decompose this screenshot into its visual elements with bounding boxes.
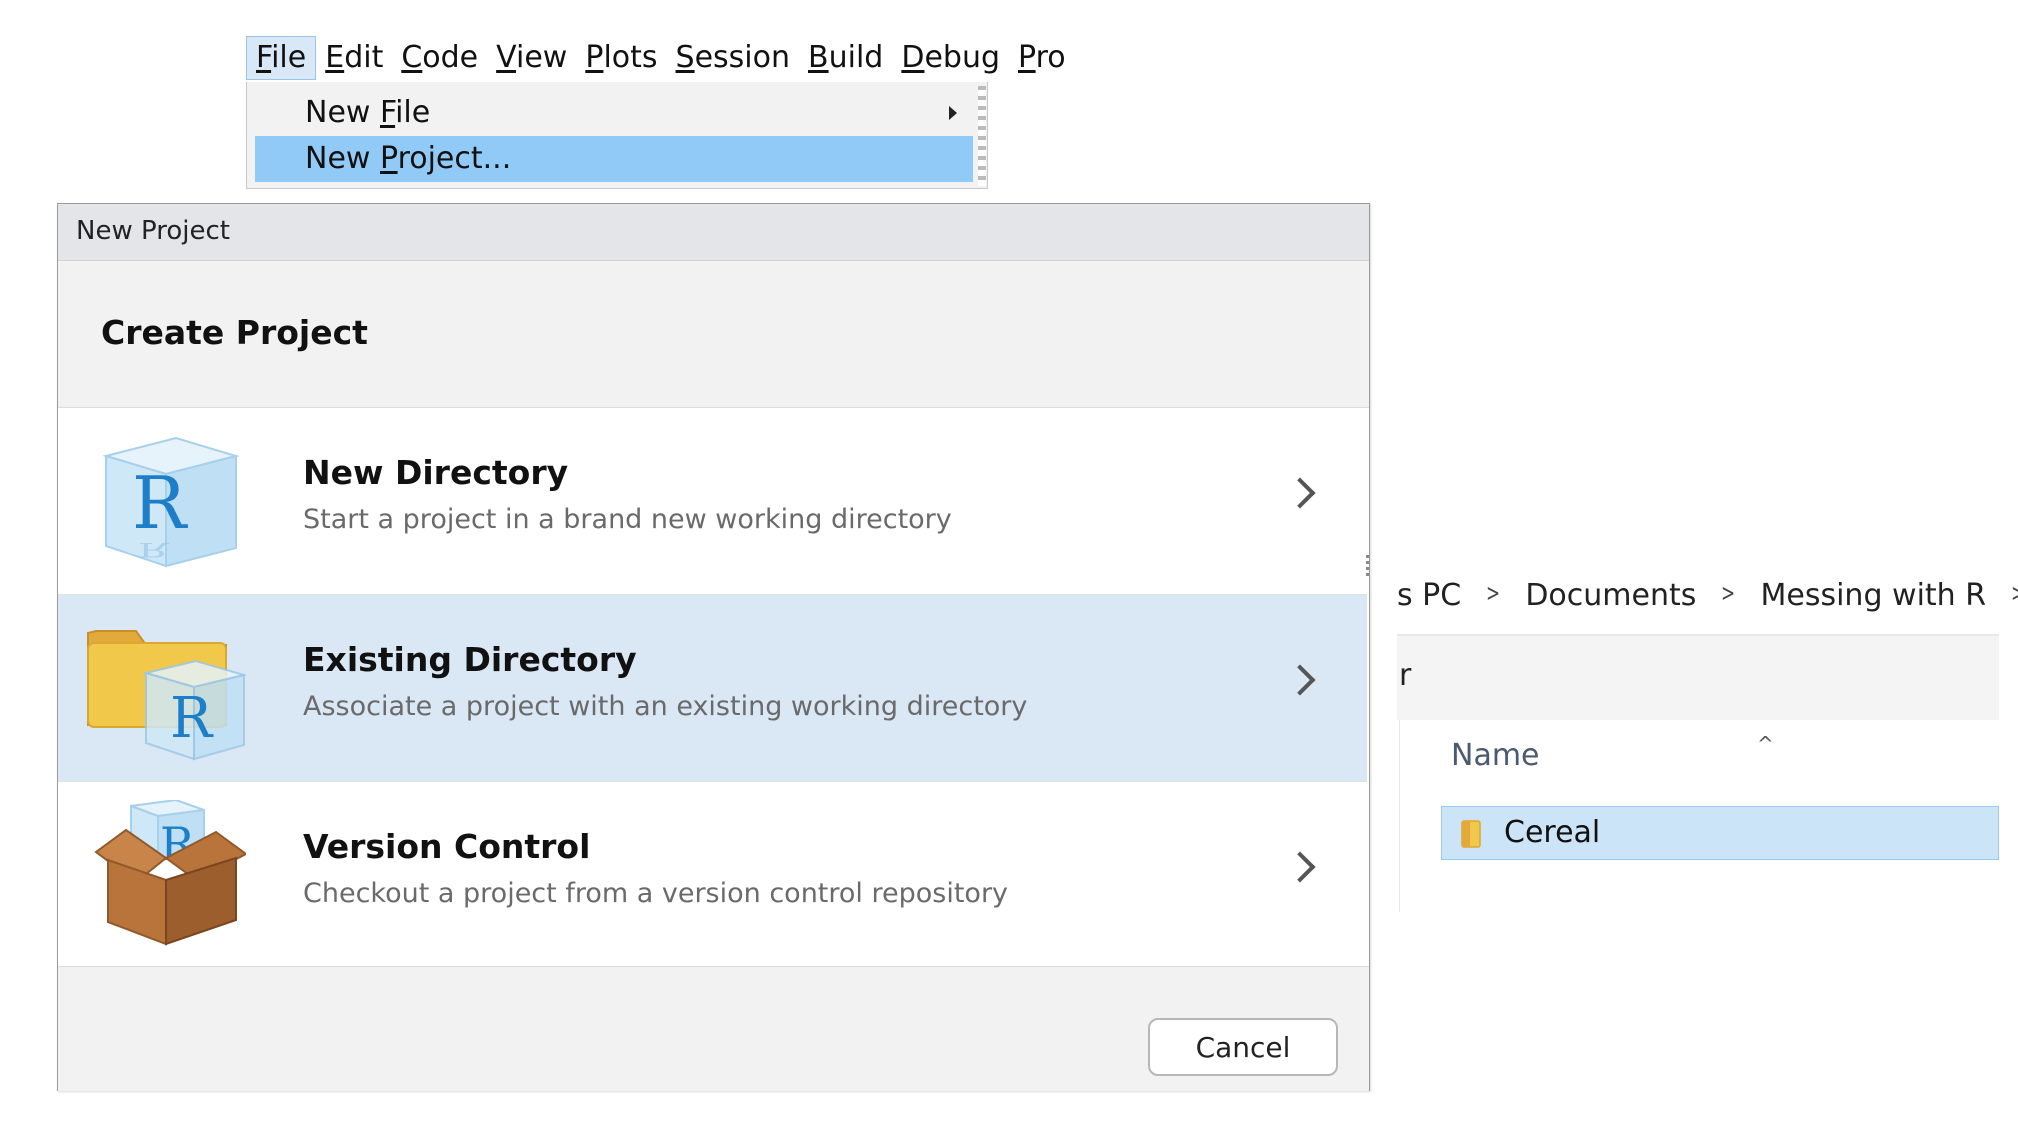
option-description: Start a project in a brand new working d… [303,504,952,535]
file-row[interactable]: Cereal [1441,806,1999,860]
create-project-title: Create Project [101,313,368,352]
menu-plots[interactable]: Plots [576,36,666,80]
menu-file[interactable]: File [246,36,317,80]
dialog-footer: Cancel [58,966,1369,1091]
menu-edit[interactable]: Edit [316,36,392,80]
menu-build[interactable]: Build [799,36,892,80]
toolbar-label-fragment[interactable]: r [1399,658,1411,693]
file-name: Cereal [1504,815,1601,850]
chevron-right-icon [1284,664,1316,696]
menu-view[interactable]: View [487,36,576,80]
menu-code[interactable]: Code [392,36,487,80]
version-control-box-icon: R [94,800,246,946]
sort-ascending-icon: ^ [1757,732,1774,756]
breadcrumb-item-documents[interactable]: Documents [1525,578,1696,613]
r-folder-icon: R [87,630,246,761]
file-explorer-window: s PC > Documents > Messing with R > r ^ … [1397,556,2018,916]
explorer-toolbar: r [1397,636,1999,720]
file-menu-dropdown: New File New Project... [246,82,988,189]
breadcrumb-item-this-pc[interactable]: s PC [1397,578,1461,613]
menu-session[interactable]: Session [667,36,799,80]
menu-debug[interactable]: Debug [892,36,1009,80]
menu-profile[interactable]: Pro [1009,36,1075,80]
option-description: Checkout a project from a version contro… [303,878,1009,909]
option-existing-directory[interactable]: R Existing Directory Associate a project… [58,595,1367,782]
svg-text:R: R [138,538,170,561]
option-title: New Directory [303,453,569,492]
window-edge-marker [1366,555,1369,577]
option-description: Associate a project with an existing wor… [303,691,1028,722]
menu-bar: File Edit Code View Plots Session Build … [246,36,1075,80]
chevron-right-icon [1284,851,1316,883]
create-project-header: Create Project [58,261,1369,408]
option-title: Version Control [303,827,591,866]
new-project-dialog: New Project Create Project R R New Direc… [57,203,1370,1091]
chevron-right-icon [1284,477,1316,509]
menu-item-new-file[interactable]: New File [255,90,973,136]
breadcrumb-separator-icon[interactable]: > [1486,579,1500,607]
option-title: Existing Directory [303,640,637,679]
breadcrumb-separator-icon[interactable]: > [2011,579,2018,607]
breadcrumb: s PC > Documents > Messing with R > [1397,556,2018,636]
folder-icon [1461,820,1481,848]
navigation-pane-divider [1399,720,1400,912]
option-version-control[interactable]: R Version Control Checkout a project fro… [58,782,1367,969]
submenu-arrow-icon [949,106,957,120]
breadcrumb-separator-icon[interactable]: > [1721,579,1735,607]
column-header-name[interactable]: Name [1451,738,1540,773]
cancel-button[interactable]: Cancel [1148,1018,1338,1076]
dialog-titlebar: New Project [58,204,1369,261]
menu-item-new-project[interactable]: New Project... [255,136,973,182]
r-cube-icon: R R [102,436,240,568]
dialog-title: New Project [76,216,230,246]
background-window-edge [978,86,986,186]
breadcrumb-item-messing-with-r[interactable]: Messing with R [1761,578,1987,613]
svg-text:R: R [170,686,214,751]
option-new-directory[interactable]: R R New Directory Start a project in a b… [58,408,1367,595]
svg-text:R: R [132,461,188,545]
